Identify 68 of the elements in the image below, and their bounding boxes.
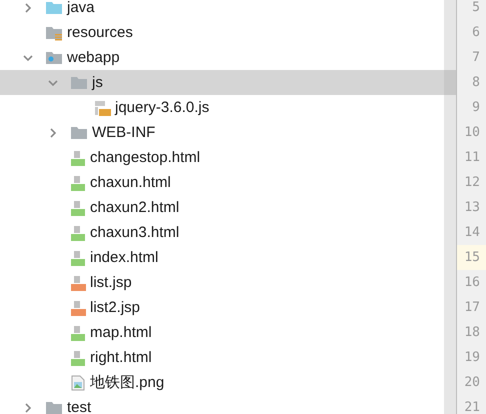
file-name: java [67,0,95,16]
line-number: 12 [463,174,481,192]
file-icon [70,224,86,240]
line-number: 14 [463,224,481,242]
line-number: 17 [463,299,481,317]
tree-row[interactable]: chaxun3.html [0,220,444,245]
tree-row[interactable]: list2.jsp [0,295,444,320]
file-name: resources [67,24,133,41]
file-name: chaxun.html [90,174,171,191]
tree-row[interactable]: changestop.html [0,145,444,170]
file-name: changestop.html [90,149,200,166]
folder-icon [70,74,88,90]
tree-row[interactable]: WEB-INF [0,120,444,145]
line-number: 11 [463,149,481,167]
file-icon [70,250,86,266]
file-name: chaxun2.html [90,199,180,216]
image-file-icon [70,374,86,390]
js-file-icon [95,100,111,116]
tree-row[interactable]: jquery-3.6.0.js [0,95,444,120]
tree-row[interactable]: resources [0,20,444,45]
line-number: 7 [471,49,481,67]
file-name: list.jsp [90,274,132,291]
tree-row[interactable]: chaxun2.html [0,195,444,220]
file-name: WEB-INF [92,124,156,141]
line-number: 5 [471,0,481,17]
file-icon [70,324,86,340]
tree-row[interactable]: webapp [0,45,444,70]
file-name: right.html [90,349,152,366]
file-name: map.html [90,324,152,341]
tree-row[interactable]: list.jsp [0,270,444,295]
tree-row[interactable]: test [0,395,444,414]
file-name: list2.jsp [90,299,140,316]
file-icon [70,300,86,316]
line-number: 6 [471,24,481,42]
tree-row[interactable]: right.html [0,345,444,370]
folder-icon [70,124,88,140]
tree-row[interactable]: chaxun.html [0,170,444,195]
line-number: 20 [463,374,481,392]
line-number: 15 [457,245,486,270]
tree-row[interactable]: index.html [0,245,444,270]
file-name: chaxun3.html [90,224,180,241]
line-number: 21 [463,399,481,414]
folder-icon [45,0,63,16]
tree-row[interactable]: java [0,0,444,20]
file-icon [70,274,86,290]
file-name: jquery-3.6.0.js [115,99,210,116]
line-number: 19 [463,349,481,367]
file-icon [70,150,86,166]
line-number: 16 [463,274,481,292]
file-name: test [67,399,92,414]
line-number: 13 [463,199,481,217]
file-name: webapp [67,49,120,66]
tree-row[interactable]: map.html [0,320,444,345]
tree-row[interactable]: js [0,70,444,95]
file-icon [70,200,86,216]
folder-icon [45,24,63,40]
file-name: index.html [90,249,158,266]
file-name: js [92,74,103,91]
file-icon [70,350,86,366]
file-icon [70,174,86,190]
folder-icon [45,400,63,414]
tree-row[interactable]: 地铁图.png [0,370,444,395]
line-number: 10 [463,124,481,142]
line-number: 8 [471,74,481,92]
line-number: 18 [463,324,481,342]
line-number: 9 [471,99,481,117]
folder-icon [45,50,63,66]
file-name: 地铁图.png [90,373,164,392]
